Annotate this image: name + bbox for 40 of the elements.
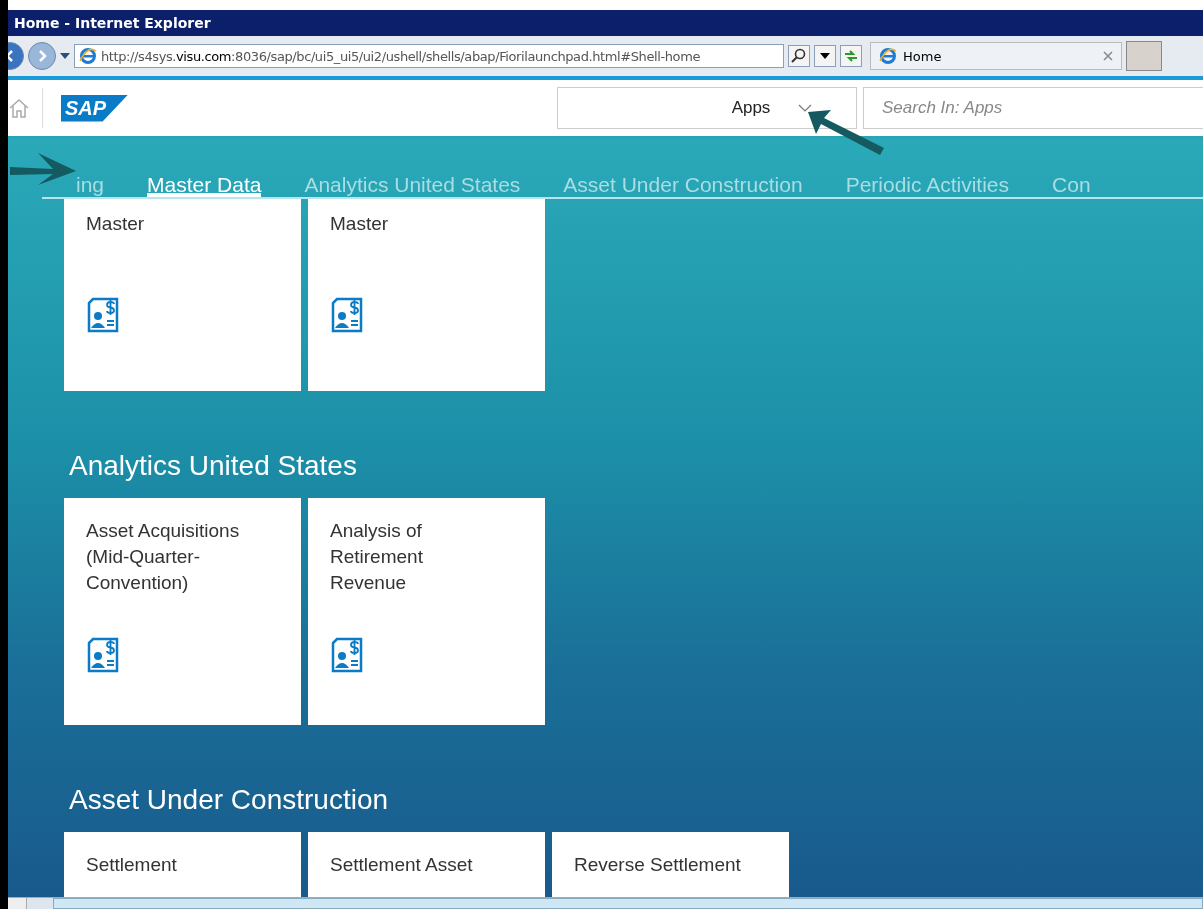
app-tile[interactable]: Settlement Asset [308,832,545,897]
app-tile[interactable]: Analysis of Retirement Revenue [308,498,545,725]
refresh-icon [843,49,859,63]
window-title: Home - Internet Explorer [14,15,211,31]
person-dollar-document-icon [86,637,120,673]
app-tile[interactable]: Settlement [64,832,301,897]
forward-button[interactable] [28,42,56,70]
dropdown-button[interactable] [814,45,836,67]
search-button[interactable] [788,45,810,67]
address-field[interactable]: http://s4sys.visu.com:8036/sap/bc/ui5_ui5/ui2/ushell/shells/abap/Fiorilaunchpad.html#Shell-home [74,44,784,68]
tile-title: Settlement Asset [330,853,474,877]
browser-tab[interactable]: Home [870,42,1122,70]
dropdown-caret-icon[interactable] [60,53,70,59]
person-dollar-document-icon [330,297,364,333]
group-title: Analytics United States [68,449,358,483]
tile-title: Master [86,212,146,236]
person-dollar-document-icon [330,637,364,673]
search-icon [791,48,807,64]
app-tile[interactable]: Master [64,199,301,391]
scope-dropdown[interactable]: Apps [557,87,857,129]
tile-title: Analysis of Retirement Revenue [330,519,424,595]
app-tile[interactable]: Reverse Settlement [552,832,789,897]
group-title: Asset Under Construction [68,783,390,817]
tile-title: Reverse Settlement [574,853,742,877]
person-dollar-document-icon [86,297,120,333]
app-tile[interactable]: Asset Acquisitions (Mid-Quarter-Convention) [64,498,301,725]
tile-title: Master [330,212,390,236]
tile-title: Settlement [86,853,178,877]
home-icon[interactable] [8,97,30,119]
caret-icon [820,53,830,59]
scroll-left-button[interactable] [8,898,27,909]
app-tile[interactable]: Master [308,199,545,391]
search-field[interactable]: Search In: Apps [863,87,1203,129]
browser-logo-icon [79,47,97,65]
tile-title: Asset Acquisitions (Mid-Quarter-Convention) [86,519,241,595]
close-icon[interactable] [1103,51,1113,61]
browser-logo-icon [879,47,897,65]
new-tab-button[interactable] [1126,41,1162,71]
logo: SAP [61,94,129,122]
chevron-icon [798,104,813,112]
